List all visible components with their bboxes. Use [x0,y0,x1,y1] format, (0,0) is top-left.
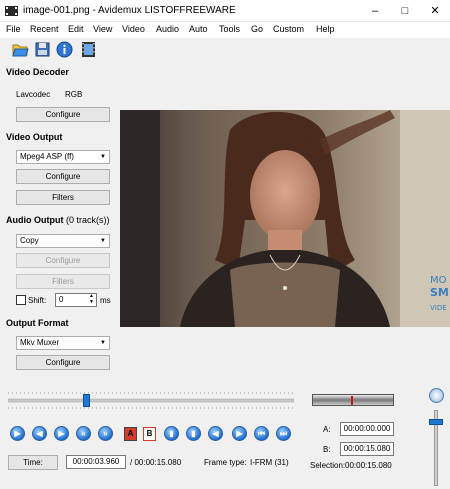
toolbar [0,38,450,60]
close-button[interactable]: ✕ [420,0,450,22]
next-black-frame-button[interactable]: ▶ [232,426,247,441]
selection-label: Selection: [310,461,346,470]
menu-help[interactable]: Help [316,24,335,34]
audio-track-count: (0 track(s)) [66,215,110,225]
timeline-slider[interactable] [7,391,295,411]
speaker-icon[interactable] [429,388,444,403]
set-marker-a-button[interactable]: A [124,427,137,441]
menu-audio[interactable]: Audio [156,24,179,34]
info-icon[interactable] [56,41,73,58]
video-frame-image: MO SM VIDE [120,110,450,327]
audio-filters-button[interactable]: Filters [16,274,110,289]
previous-black-frame-button[interactable]: ◀ [208,426,223,441]
menu-edit[interactable]: Edit [68,24,84,34]
video-decoder-title: Video Decoder [6,67,69,77]
output-format-title: Output Format [6,318,69,328]
menu-bar: File Recent Edit View Video Audio Auto T… [0,22,450,38]
muxer-value: Mkv Muxer [20,338,60,347]
menu-view[interactable]: View [93,24,112,34]
decoder-codec-label: Lavcodec [16,90,51,99]
video-output-title: Video Output [6,132,63,142]
video-configure-button[interactable]: Configure [16,169,110,184]
menu-video[interactable]: Video [122,24,145,34]
avidemux-app-icon [5,6,18,16]
muxer-configure-button[interactable]: Configure [16,355,110,370]
total-time: / 00:00:15.080 [130,458,182,467]
goto-first-frame-button[interactable]: ⏮ [254,426,269,441]
next-frame-button[interactable]: ▶ [54,426,69,441]
dropdown-arrow-icon: ▼ [100,238,106,244]
jog-indicator [351,396,353,405]
marker-b-value[interactable]: 00:00:15.080 [340,442,394,456]
menu-go[interactable]: Go [251,24,263,34]
jog-shuttle[interactable] [312,394,394,406]
menu-custom[interactable]: Custom [273,24,304,34]
watermark-text: LISTOFFREEWARE [144,5,236,16]
audio-output-title: Audio Output (0 track(s)) [6,215,110,225]
previous-keyframe-button[interactable]: « [76,426,91,441]
frame-type-value: I-FRM (31) [250,458,289,467]
spin-arrows-icon[interactable]: ▲ ▼ [89,293,94,305]
video-preview: MO SM VIDE [120,110,450,327]
goto-marker-a-button[interactable]: ▮ [164,426,179,441]
timeline-handle[interactable] [83,394,91,407]
frame-type-label: Frame type: [204,458,247,467]
open-folder-icon[interactable] [12,41,29,58]
muxer-select[interactable]: Mkv Muxer ▼ [16,336,110,350]
dropdown-arrow-icon: ▼ [100,154,106,160]
shift-value: 0 [59,295,64,304]
overlay-text-1: MO [430,275,447,286]
overlay-text-2: SM [430,286,449,299]
marker-b-label: B: [323,445,331,454]
marker-a-value[interactable]: 00:00:00.000 [340,422,394,436]
play-button[interactable]: ▶ [10,426,25,441]
shift-spinbox[interactable]: 0 ▲ ▼ [55,293,97,307]
next-keyframe-button[interactable]: » [98,426,113,441]
shift-label: Shift: [28,296,47,305]
timeline-ticks [7,392,295,409]
goto-marker-b-button[interactable]: ▮ [186,426,201,441]
selection-value: 00:00:15.080 [345,461,392,470]
title-bar: image-001.png - Avidemux LISTOFFREEWARE … [0,0,450,22]
overlay-text-3: VIDE [430,304,447,312]
minimize-button[interactable]: – [360,0,390,22]
dropdown-arrow-icon: ▼ [100,340,106,346]
shift-unit: ms [100,296,111,305]
decoder-configure-button[interactable]: Configure [16,107,110,122]
menu-auto[interactable]: Auto [189,24,208,34]
decoder-codec-value: RGB [65,90,83,99]
menu-recent[interactable]: Recent [30,24,59,34]
current-time-field[interactable]: 00:00:03.960 [66,455,126,469]
film-icon[interactable] [80,41,97,58]
volume-slider[interactable] [429,410,443,486]
previous-frame-button[interactable]: ◀ [32,426,47,441]
save-disk-icon[interactable] [34,41,51,58]
audio-configure-button[interactable]: Configure [16,253,110,268]
video-codec-value: Mpeg4 ASP (ff) [20,152,74,161]
audio-codec-select[interactable]: Copy ▼ [16,234,110,248]
audio-codec-value: Copy [20,236,39,245]
time-button[interactable]: Time: [8,455,58,470]
video-filters-button[interactable]: Filters [16,190,110,205]
menu-file[interactable]: File [6,24,21,34]
shift-checkbox[interactable] [16,295,26,305]
set-marker-b-button[interactable]: B [143,427,156,441]
marker-a-label: A: [323,425,331,434]
video-codec-select[interactable]: Mpeg4 ASP (ff) ▼ [16,150,110,164]
maximize-button[interactable]: □ [390,0,420,22]
menu-tools[interactable]: Tools [219,24,240,34]
window-title: image-001.png - Avidemux [23,5,142,16]
volume-handle[interactable] [429,419,443,426]
goto-last-frame-button[interactable]: ⏭ [276,426,291,441]
